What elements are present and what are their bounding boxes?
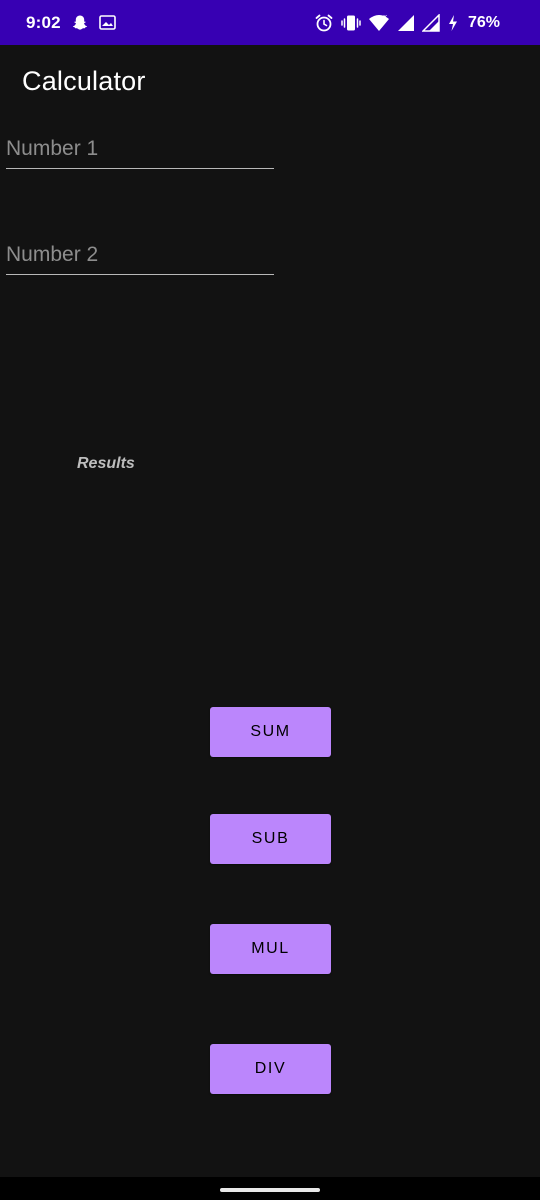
navigation-bar (0, 1177, 540, 1200)
status-left: 9:02 (26, 0, 116, 45)
number1-input[interactable] (6, 133, 274, 165)
number2-field-container (6, 234, 274, 275)
results-label: Results (77, 455, 135, 472)
sum-button[interactable]: SUM (210, 707, 331, 757)
snapchat-icon (71, 14, 89, 32)
number1-field-container (6, 128, 274, 169)
mul-button[interactable]: MUL (210, 924, 331, 974)
image-icon (99, 15, 116, 30)
signal-icon (421, 13, 440, 32)
sub-button[interactable]: SUB (210, 814, 331, 864)
home-gesture-handle[interactable] (220, 1188, 320, 1192)
vibrate-icon (341, 14, 361, 32)
status-bar: 9:02 x 76% (0, 0, 540, 45)
svg-text:x: x (383, 14, 387, 21)
alarm-icon (314, 13, 334, 33)
app-title: Calculator (22, 66, 146, 96)
battery-percentage: 76% (467, 13, 500, 31)
number2-input[interactable] (6, 239, 274, 271)
div-button[interactable]: DIV (210, 1044, 331, 1094)
wifi-icon: x (368, 14, 390, 32)
status-right: x 76% (314, 0, 500, 45)
calculator-screen: 9:02 x 76% Calculator Number 1 Number 2 … (0, 0, 540, 1200)
signal-icon (397, 14, 415, 32)
charging-icon (447, 14, 459, 32)
status-time: 9:02 (26, 12, 61, 32)
